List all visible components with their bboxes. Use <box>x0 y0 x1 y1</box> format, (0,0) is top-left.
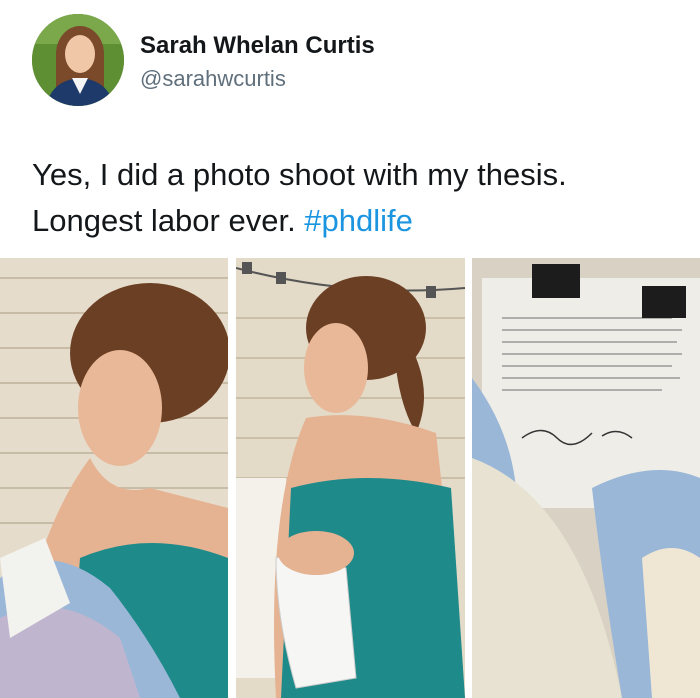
tweet-text-plain: Longest labor ever. <box>32 203 305 238</box>
author-handle[interactable]: @sarahwcurtis <box>140 66 286 92</box>
photo-thesis-in-blanket-closeup[interactable] <box>472 258 700 698</box>
author-name[interactable]: Sarah Whelan Curtis <box>140 32 375 60</box>
photo-cradling-thesis-profile[interactable] <box>236 258 465 698</box>
avatar[interactable] <box>32 14 124 106</box>
photo-holding-thesis-swaddled[interactable] <box>0 258 228 698</box>
tweet-text-line-1: Yes, I did a photo shoot with my thesis. <box>32 157 567 192</box>
photo-grid <box>0 258 700 698</box>
hashtag-link[interactable]: #phdlife <box>304 203 413 238</box>
tweet-header: Sarah Whelan Curtis @sarahwcurtis <box>32 14 672 110</box>
tweet-text-line-2: Longest labor ever. #phdlife <box>32 198 682 244</box>
tweet-text: Yes, I did a photo shoot with my thesis.… <box>32 152 682 244</box>
